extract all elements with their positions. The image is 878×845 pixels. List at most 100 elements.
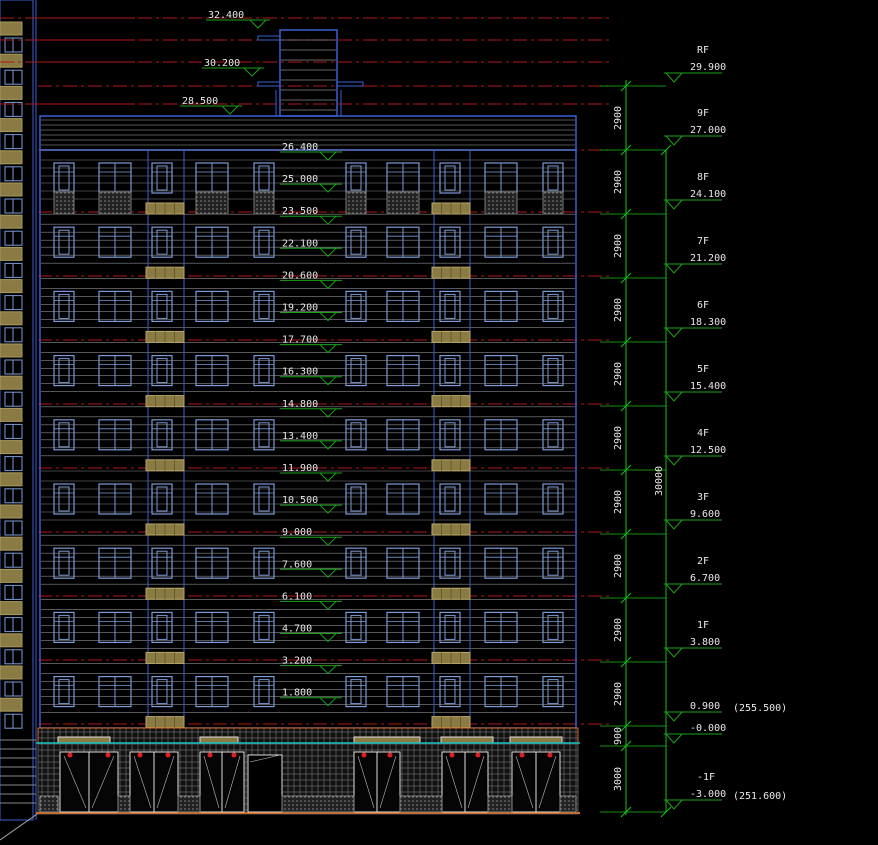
elevation-mark-triangle [319, 472, 337, 482]
window-sash [156, 679, 168, 705]
floor-label: 1F [697, 620, 709, 631]
window-sash [444, 422, 456, 448]
tower-ledge [336, 81, 364, 87]
level-triangle [665, 733, 683, 744]
base-hatch [177, 795, 201, 813]
window-frame [439, 483, 461, 515]
elevation-mark-text: 28.500 [182, 96, 218, 107]
window-frame [345, 419, 367, 451]
elevation-mark-triangle [319, 408, 337, 418]
total-dimension-text: 30000 [654, 466, 665, 496]
dimension-chain: 2900 2900 2900 2900 2900 2900 2900 2900 2900 2900… [600, 80, 672, 818]
level-triangle [665, 391, 683, 402]
canopy-band [37, 727, 579, 745]
elevation-mark-triangle [243, 67, 261, 77]
adjacent-planter [0, 697, 23, 712]
level-triangle [665, 647, 683, 658]
elevation-mark-text: 11.900 [282, 463, 318, 474]
window-sash [350, 614, 362, 640]
elevation-mark-text: 25.000 [282, 174, 318, 185]
adjacent-planter [0, 633, 23, 648]
hatched-panel [484, 191, 518, 215]
window-frame [542, 419, 564, 451]
elevation-mark-text: 6.100 [282, 591, 312, 602]
level-triangle [665, 199, 683, 210]
stair-tower [279, 29, 338, 117]
window-frame [151, 226, 173, 258]
light-fixture [475, 752, 481, 758]
window-sash [258, 293, 270, 319]
elevation-mark-text: 30.200 [204, 58, 240, 69]
elevation-mark-text: 32.400 [208, 10, 244, 21]
window-sash [156, 422, 168, 448]
window-frame [439, 290, 461, 322]
dimension-text: 2900 [613, 362, 624, 386]
window-sash [547, 550, 559, 576]
level-triangle [665, 519, 683, 530]
elevation-mark-text: 1.800 [282, 688, 312, 699]
light-fixture [105, 752, 111, 758]
level-value: 29.900 [690, 62, 726, 73]
window-sash [547, 165, 559, 191]
adjacent-planter [0, 85, 23, 100]
level-triangle [665, 711, 683, 722]
window-sash [350, 293, 362, 319]
window-frame [53, 162, 75, 194]
base-hatch [559, 795, 577, 813]
absolute-level: (255.500) [733, 703, 787, 714]
level-value: 15.400 [690, 381, 726, 392]
light-fixture [547, 752, 553, 758]
elevation-mark-text: 17.700 [282, 335, 318, 346]
floor-label: 4F [697, 428, 709, 439]
elevation-mark-text: 23.500 [282, 206, 318, 217]
window-sash [350, 550, 362, 576]
window-frame [151, 419, 173, 451]
window-sash [58, 679, 70, 705]
window-sash [547, 229, 559, 255]
window-sash [258, 229, 270, 255]
window-frame [345, 290, 367, 322]
window-sash [547, 679, 559, 705]
window-sash [58, 614, 70, 640]
window-sash [258, 486, 270, 512]
elevation-mark-triangle [319, 344, 337, 354]
floor-label: 8F [697, 172, 709, 183]
window-frame [345, 162, 367, 194]
elevation-drawing: 32.400 30.200 28.500 26.400 25.000 23.500 22.1… [0, 0, 787, 841]
level-value: 24.100 [690, 189, 726, 200]
dimension-text: 2900 [613, 170, 624, 194]
elevation-mark-text: 26.400 [282, 142, 318, 153]
window-sash [258, 679, 270, 705]
window-frame [345, 226, 367, 258]
elevation-mark-text: 19.200 [282, 303, 318, 314]
adjacent-planter [0, 440, 23, 455]
window-frame [151, 290, 173, 322]
elevation-mark-text: 20.600 [282, 270, 318, 281]
window-frame [439, 162, 461, 194]
window-sash [444, 550, 456, 576]
adjacent-planter [0, 311, 23, 326]
window-frame [439, 675, 461, 708]
elevation-mark-triangle [319, 536, 337, 546]
window-sash [58, 550, 70, 576]
base-hatch [117, 795, 131, 813]
window-sash [547, 293, 559, 319]
elevation-mark-text: 9.000 [282, 527, 312, 538]
window-frame [542, 355, 564, 387]
light-fixture [67, 752, 73, 758]
elevation-mark-triangle [319, 601, 337, 611]
window-frame [439, 226, 461, 258]
center-elevation-marks: 32.400 30.200 28.500 26.400 25.000 23.500 22.1… [180, 10, 342, 707]
window-sash [350, 422, 362, 448]
level-triangle [665, 72, 683, 83]
dimension-text: 2900 [613, 618, 624, 642]
absolute-level: (251.600) [733, 791, 787, 802]
adjacent-planter [0, 150, 23, 165]
elevation-mark-triangle [319, 280, 337, 290]
light-fixture [449, 752, 455, 758]
window-frame [439, 355, 461, 387]
window-frame [253, 675, 275, 708]
window-sash [156, 614, 168, 640]
level-value: 3.800 [690, 637, 720, 648]
window-frame [151, 611, 173, 644]
